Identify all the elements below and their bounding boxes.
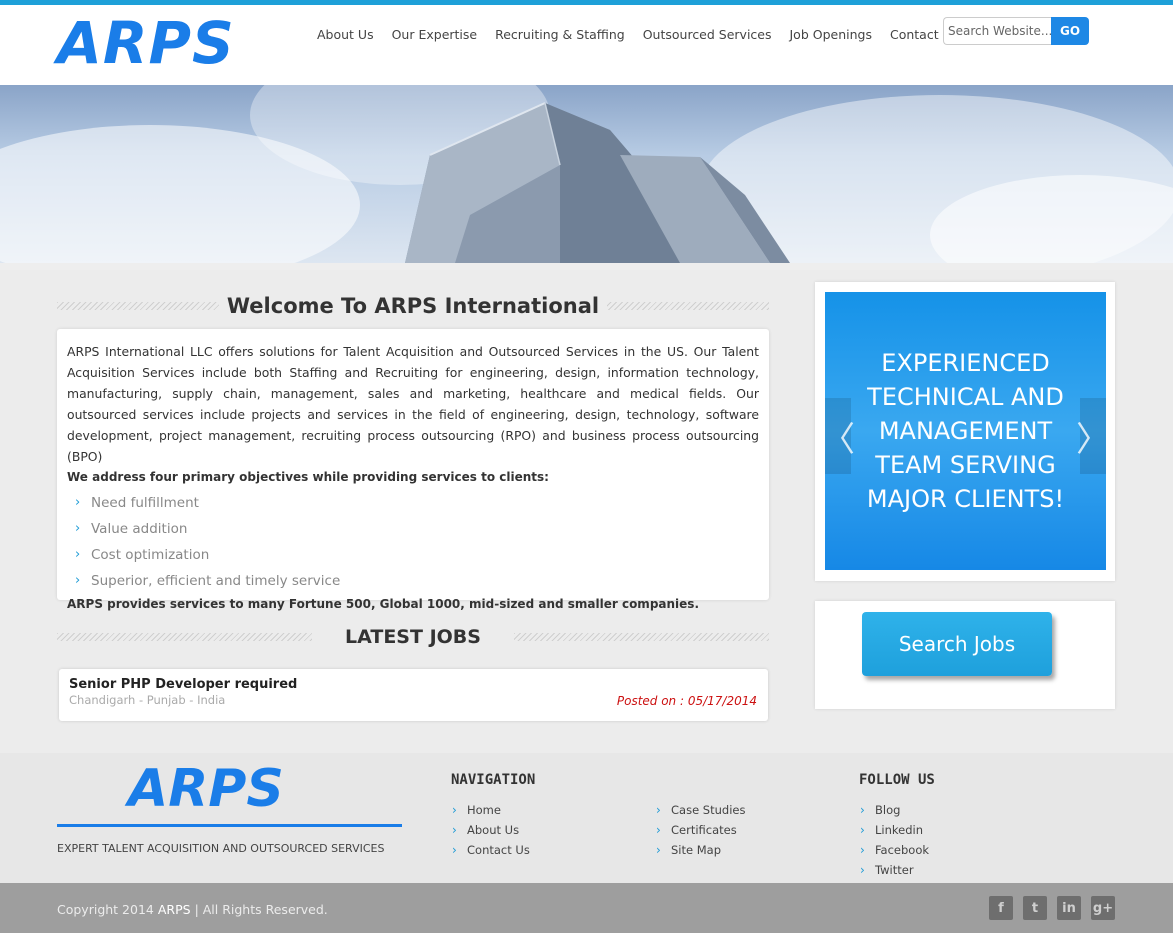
footer-link-case-studies[interactable]: › Case Studies xyxy=(656,802,745,822)
chevron-right-icon: › xyxy=(452,823,457,837)
list-item: › Value addition xyxy=(67,516,759,542)
footer-link-twitter[interactable]: › Twitter xyxy=(860,862,929,882)
chevron-right-icon: › xyxy=(860,823,865,837)
footer-navigation-heading: NAVIGATION xyxy=(451,772,536,788)
google-plus-icon[interactable]: g+ xyxy=(1091,896,1115,920)
chevron-right-icon: › xyxy=(75,547,81,562)
chevron-right-icon: › xyxy=(656,843,661,857)
footer-divider xyxy=(57,824,402,827)
footer-link-certificates[interactable]: › Certificates xyxy=(656,822,745,842)
footer-link-linkedin[interactable]: › Linkedin xyxy=(860,822,929,842)
site-search: GO xyxy=(943,17,1089,45)
twitter-icon[interactable]: t xyxy=(1023,896,1047,920)
nav-outsourced-services[interactable]: Outsourced Services xyxy=(643,27,772,42)
footer-link-about-us[interactable]: › About Us xyxy=(452,822,530,842)
copyright-brand-link[interactable]: ARPS xyxy=(158,902,191,917)
chevron-right-icon[interactable]: 〉 xyxy=(1076,398,1110,474)
nav-about-us[interactable]: About Us xyxy=(317,27,374,42)
nav-our-expertise[interactable]: Our Expertise xyxy=(392,27,478,42)
chevron-right-icon: › xyxy=(452,803,457,817)
footer-follow-list: › Blog › Linkedin › Facebook › Twitter xyxy=(860,802,929,882)
closing-statement: ARPS provides services to many Fortune 5… xyxy=(67,597,699,611)
chevron-right-icon: › xyxy=(860,843,865,857)
slider-panel: EXPERIENCED TECHNICAL AND MANAGEMENT TEA… xyxy=(815,282,1115,581)
latest-jobs-title: LATEST JOBS xyxy=(337,626,489,648)
main-nav: About Us Our Expertise Recruiting & Staf… xyxy=(317,27,958,42)
chevron-right-icon: › xyxy=(656,823,661,837)
latest-jobs-heading: LATEST JOBS xyxy=(57,621,769,653)
welcome-title: Welcome To ARPS International xyxy=(218,294,608,318)
site-logo[interactable]: ARPS xyxy=(57,13,235,73)
promo-slider: EXPERIENCED TECHNICAL AND MANAGEMENT TEA… xyxy=(821,292,1110,570)
linkedin-icon[interactable]: in xyxy=(1057,896,1081,920)
footer-link-facebook[interactable]: › Facebook xyxy=(860,842,929,862)
objectives-list: › Need fulfillment › Value addition › Cost … xyxy=(67,490,759,594)
chevron-right-icon: › xyxy=(75,495,81,510)
chevron-right-icon: › xyxy=(860,863,865,877)
nav-recruiting-staffing[interactable]: Recruiting & Staffing xyxy=(495,27,625,42)
copyright-text: Copyright 2014 ARPS | All Rights Reserve… xyxy=(57,902,328,917)
hero-banner xyxy=(0,85,1173,263)
chevron-right-icon: › xyxy=(75,573,81,588)
site-footer: ARPS EXPERT TALENT ACQUISITION AND OUTSO… xyxy=(0,753,1173,883)
welcome-panel: ARPS International LLC offers solutions … xyxy=(57,329,769,611)
chevron-left-icon[interactable]: 〈 xyxy=(821,398,855,474)
footer-nav-col1: › Home › About Us › Contact Us xyxy=(452,802,530,862)
footer-link-contact-us[interactable]: › Contact Us xyxy=(452,842,530,862)
job-posted-date: Posted on : 05/17/2014 xyxy=(616,694,757,708)
objectives-intro: We address four primary objectives while… xyxy=(67,470,549,484)
footer-link-blog[interactable]: › Blog xyxy=(860,802,929,822)
welcome-paragraph: ARPS International LLC offers solutions … xyxy=(67,344,759,464)
list-item: › Superior, efficient and timely service xyxy=(67,568,759,594)
footer-follow-heading: FOLLOW US xyxy=(859,772,935,788)
chevron-right-icon: › xyxy=(452,843,457,857)
slider-slogan: EXPERIENCED TECHNICAL AND MANAGEMENT TEA… xyxy=(866,349,1065,513)
site-header: ARPS About Us Our Expertise Recruiting &… xyxy=(0,5,1173,85)
job-card[interactable]: Senior PHP Developer required Chandigarh… xyxy=(59,669,768,721)
chevron-right-icon: › xyxy=(860,803,865,817)
search-jobs-panel: Search Jobs xyxy=(815,601,1115,709)
welcome-heading: Welcome To ARPS International xyxy=(57,290,769,322)
facebook-icon[interactable]: f xyxy=(989,896,1013,920)
footer-logo[interactable]: ARPS xyxy=(128,759,284,819)
footer-link-home[interactable]: › Home xyxy=(452,802,530,822)
copyright-bar: Copyright 2014 ARPS | All Rights Reserve… xyxy=(0,883,1173,933)
building-image xyxy=(405,102,790,263)
list-item: › Cost optimization xyxy=(67,542,759,568)
list-item: › Need fulfillment xyxy=(67,490,759,516)
footer-tagline: EXPERT TALENT ACQUISITION AND OUTSOURCED… xyxy=(57,842,385,855)
search-input[interactable] xyxy=(943,17,1051,45)
chevron-right-icon: › xyxy=(656,803,661,817)
nav-job-openings[interactable]: Job Openings xyxy=(790,27,872,42)
chevron-right-icon: › xyxy=(75,521,81,536)
job-title[interactable]: Senior PHP Developer required xyxy=(69,677,758,692)
search-go-button[interactable]: GO xyxy=(1051,17,1089,45)
footer-nav-col2: › Case Studies › Certificates › Site Map xyxy=(656,802,745,862)
footer-link-site-map[interactable]: › Site Map xyxy=(656,842,745,862)
search-jobs-button[interactable]: Search Jobs xyxy=(862,612,1052,676)
